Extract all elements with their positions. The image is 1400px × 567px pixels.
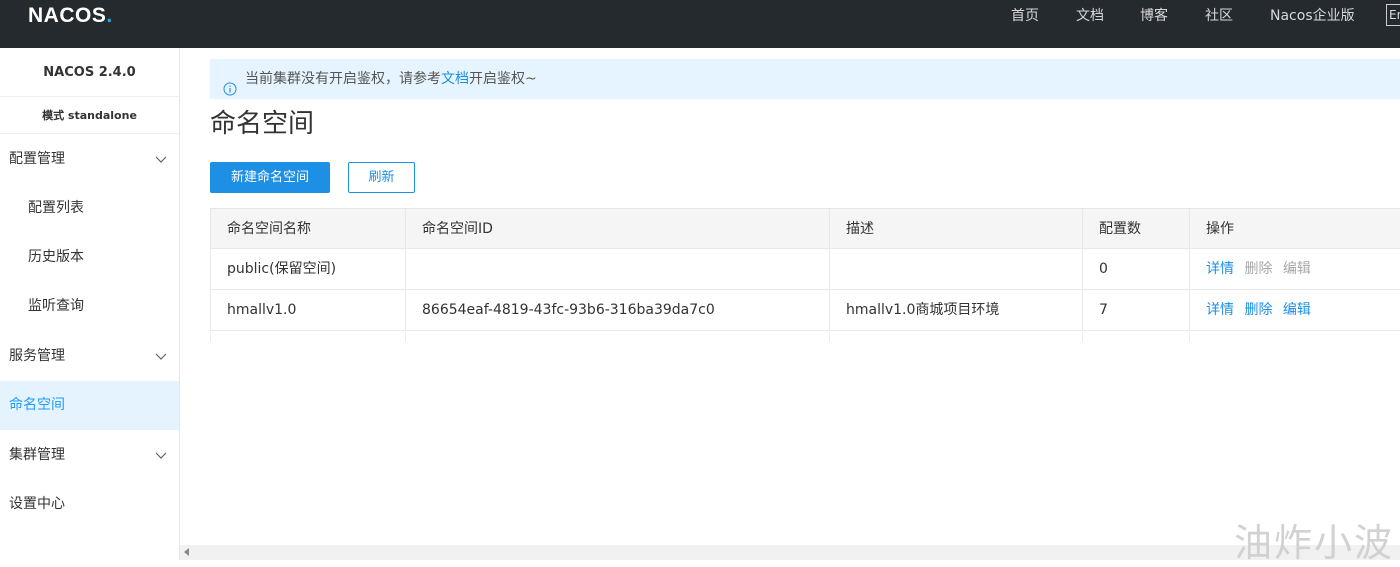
sidebar-item-settings-center[interactable]: 设置中心 [0, 480, 179, 529]
column-divider [210, 332, 211, 342]
table-row: hmallv1.0 86654eaf-4819-43fc-93b6-316ba3… [210, 290, 1400, 331]
horizontal-scrollbar[interactable] [180, 545, 1400, 560]
table-row: public(保留空间) 0 详情 删除 编辑 [210, 249, 1400, 290]
column-header-description: 描述 [829, 209, 1082, 249]
nacos-logo[interactable]: NACOS. [28, 4, 113, 28]
chevron-down-icon [155, 135, 167, 184]
column-header-id: 命名空间ID [405, 209, 829, 249]
nav-home[interactable]: 首页 [1011, 0, 1039, 32]
delete-link: 删除 [1244, 261, 1273, 277]
notice-text: 当前集群没有开启鉴权，请参考文档开启鉴权~ [245, 71, 537, 87]
sidebar-item-config-list[interactable]: 配置列表 [0, 184, 179, 233]
nav-blog[interactable]: 博客 [1140, 0, 1168, 32]
row-actions: 详情 删除 编辑 [1189, 249, 1400, 289]
column-header-actions: 操作 [1189, 209, 1400, 249]
language-toggle-button[interactable]: En [1386, 4, 1400, 26]
sidebar-item-listener-query[interactable]: 监听查询 [0, 282, 179, 331]
column-header-config-count: 配置数 [1082, 209, 1189, 249]
refresh-button[interactable]: 刷新 [348, 162, 415, 193]
chevron-down-icon [155, 332, 167, 381]
detail-link[interactable]: 详情 [1206, 261, 1234, 277]
auth-notice: 当前集群没有开启鉴权，请参考文档开启鉴权~ [210, 59, 1400, 99]
column-header-name: 命名空间名称 [210, 209, 405, 249]
sidebar-item-cluster-management[interactable]: 集群管理 [0, 431, 179, 480]
top-header: NACOS. 首页 文档 博客 社区 Nacos企业版 En [0, 0, 1400, 48]
edit-link: 编辑 [1282, 261, 1311, 277]
config-count: 0 [1082, 249, 1189, 289]
edit-link[interactable]: 编辑 [1283, 302, 1311, 318]
config-count: 7 [1082, 290, 1189, 330]
column-divider [1189, 332, 1190, 342]
namespace-id [405, 249, 829, 289]
create-namespace-button[interactable]: 新建命名空间 [210, 162, 330, 193]
column-divider [829, 332, 830, 342]
namespace-name: public(保留空间) [210, 249, 405, 289]
column-divider [1082, 332, 1083, 342]
namespace-id: 86654eaf-4819-43fc-93b6-316ba39da7c0 [405, 290, 829, 330]
nav-enterprise[interactable]: Nacos企业版 [1270, 0, 1355, 32]
scroll-left-arrow-icon[interactable] [184, 548, 189, 556]
sidebar-item-history-version[interactable]: 历史版本 [0, 233, 179, 282]
sidebar-item-config-management[interactable]: 配置管理 [0, 135, 179, 184]
sidebar-item-namespace[interactable]: 命名空间 [0, 381, 179, 430]
table-header-row: 命名空间名称 命名空间ID 描述 配置数 操作 [210, 208, 1400, 249]
chevron-down-icon [155, 431, 167, 480]
mode-label: 模式 standalone [0, 97, 179, 134]
nav-community[interactable]: 社区 [1205, 0, 1233, 32]
sidebar-item-service-management[interactable]: 服务管理 [0, 332, 179, 381]
detail-link[interactable]: 详情 [1206, 302, 1234, 318]
sidebar: NACOS 2.4.0 模式 standalone 配置管理 配置列表 历史版本… [0, 48, 180, 560]
docs-link[interactable]: 文档 [441, 71, 469, 87]
info-icon [223, 72, 237, 96]
version-label: NACOS 2.4.0 [0, 48, 179, 97]
delete-link[interactable]: 删除 [1244, 302, 1272, 318]
namespace-description [829, 249, 1082, 289]
column-divider [405, 332, 406, 342]
row-actions: 详情 删除 编辑 [1189, 290, 1400, 330]
namespace-description: hmallv1.0商城项目环境 [829, 290, 1082, 330]
page-title: 命名空间 [210, 109, 315, 139]
nav-docs[interactable]: 文档 [1076, 0, 1104, 32]
namespace-name: hmallv1.0 [210, 290, 405, 330]
watermark-text: 油炸小波 [1234, 521, 1395, 565]
